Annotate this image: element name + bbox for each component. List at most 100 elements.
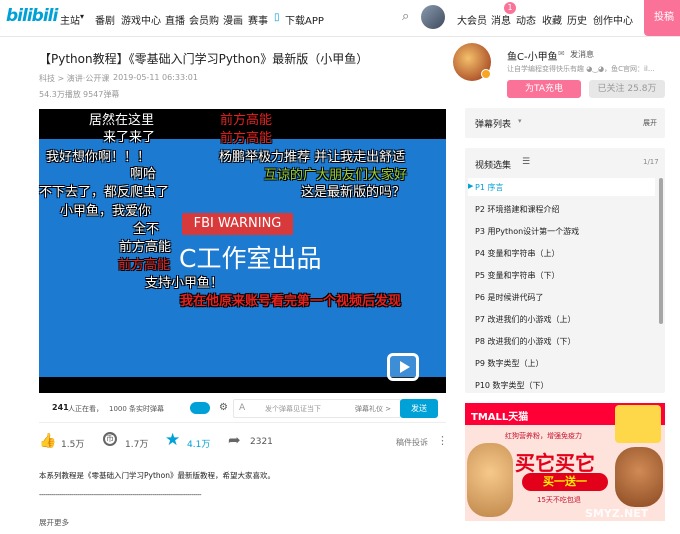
charge-button[interactable]: 为TA充电 (507, 80, 581, 98)
share-count: 2321 (250, 437, 273, 447)
episode-item[interactable]: P10 数字类型（下） (475, 380, 549, 391)
nav-live[interactable]: 直播 (165, 12, 185, 27)
danmaku-comment: 啊哈 (130, 167, 157, 182)
danmaku-settings-icon[interactable]: ⚙ (219, 402, 228, 413)
episode-item[interactable]: P3 用Python设计第一个游戏 (475, 226, 579, 237)
episode-item[interactable]: P2 环境搭建和课程介绍 (475, 204, 559, 215)
episode-item[interactable]: P6 是时候讲代码了 (475, 292, 543, 303)
danmaku-comment: 杨鹏举极力推荐 并让我走出舒适 (219, 150, 406, 165)
search-icon[interactable]: ⌕ (402, 9, 409, 24)
episode-item[interactable]: P8 改进我们的小游戏（下） (475, 336, 575, 347)
nav-vip[interactable]: 大会员 (457, 12, 487, 27)
cat-image (467, 443, 513, 517)
ad-headline: 买它买它 (515, 451, 595, 475)
user-avatar[interactable] (421, 5, 445, 29)
nav-member-shop[interactable]: 会员购 (189, 12, 219, 27)
fbi-warning-banner: FBI WARNING (182, 213, 293, 235)
danmaku-input[interactable]: A 发个弹幕见证当下 弹幕礼仪 > (233, 399, 401, 418)
episode-item[interactable]: P5 变量和字符串（下） (475, 270, 559, 281)
upload-button[interactable]: 投稿 (644, 0, 680, 36)
studio-text: C工作室出品 (179, 244, 322, 273)
chevron-down-icon: ▾ (518, 117, 522, 125)
font-style-icon[interactable]: A (239, 403, 245, 413)
episode-list-title: 视频选集 (475, 161, 512, 171)
like-count: 1.5万 (61, 440, 85, 450)
episode-item[interactable]: P4 变量和字符串（上） (475, 248, 559, 259)
danmaku-comment: 前方高能 (118, 258, 171, 273)
tmall-logo: TMALL天猫 (471, 412, 529, 423)
danmaku-comment: 不下去了，都反爬虫了 (39, 185, 170, 200)
episode-progress: 1/17 (643, 158, 659, 166)
ad-subpromo: 15天不吃包退 (537, 496, 581, 504)
nav-download-app[interactable]: 下载APP (285, 12, 324, 27)
coin-count: 1.7万 (125, 440, 149, 450)
danmaku-comment: 前方高能 (220, 131, 273, 146)
nav-anime[interactable]: 番剧 (95, 12, 115, 27)
danmaku-comment: 来了来了 (103, 130, 156, 145)
watermark: SMYZ.NET (585, 507, 649, 520)
danmaku-count: 9547弹幕 (83, 90, 120, 99)
danmaku-comment: 我在他原来账号看完第一个视频后发现 (180, 294, 402, 309)
upload-label: 投稿 (654, 12, 674, 23)
ad-promo: 买一送一 (522, 473, 608, 491)
description-divider: ----------------------------------------… (39, 491, 202, 499)
send-danmaku-button[interactable]: 发送 (400, 399, 438, 418)
viewer-count: 241 (52, 403, 69, 412)
nav-favorites[interactable]: 收藏 (542, 12, 562, 27)
chevron-down-icon: ▾ (80, 12, 85, 21)
danmaku-etiquette-link[interactable]: 弹幕礼仪 > (355, 404, 391, 414)
episode-item[interactable]: P7 改进我们的小游戏（上） (475, 314, 575, 325)
product-package-image (615, 405, 661, 443)
danmaku-comment: 这是最新版的吗？ (301, 185, 406, 200)
danmaku-input-placeholder: 发个弹幕见证当下 (265, 405, 321, 413)
nav-history[interactable]: 历史 (567, 12, 587, 27)
nav-dynamics[interactable]: 动态 (516, 12, 536, 27)
episode-list: 视频选集 ☰ 1/17 ▶ P1 序言 P2 环境搭建和课程介绍 P3 用Pyt… (465, 148, 665, 393)
favorite-star-icon[interactable]: ★ (165, 430, 180, 450)
tmall-ad-banner[interactable]: TMALL天猫 红狗营养粉，增强免疫力 买它买它 买一送一 15天不吃包退 SM… (465, 403, 665, 521)
danmaku-toggle[interactable] (190, 402, 210, 414)
live-danmaku-count: 1000 条实时弹幕 (109, 405, 165, 413)
episode-item[interactable]: P9 数字类型（上） (475, 358, 543, 369)
like-icon[interactable]: 👍 (39, 433, 56, 449)
phone-icon: ▯ (274, 12, 280, 23)
nav-creator-center[interactable]: 创作中心 (593, 12, 633, 27)
video-description: 本系列教程是《零基础入门学习Python》最新版教程，希望大家喜欢。 (39, 471, 275, 480)
dog-image (615, 447, 663, 507)
danmaku-comment: 全不 (133, 222, 160, 237)
video-title: 【Python教程】《零基础入门学习Python》最新版（小甲鱼） (39, 52, 369, 66)
nav-main[interactable]: 主站 (60, 12, 80, 27)
video-category[interactable]: 科技 > 演讲·公开课 (39, 73, 109, 84)
share-icon[interactable]: ➦ (228, 431, 241, 449)
danmaku-list-panel[interactable]: 弹幕列表 ▾ 展开 (465, 108, 665, 138)
play-count: 54.3万播放 (39, 90, 81, 99)
uploader-name[interactable]: 鱼C-小甲鱼 (507, 48, 558, 63)
danmaku-expand-button[interactable]: 展开 (643, 118, 657, 128)
coin-icon[interactable]: 币 (103, 432, 117, 446)
playing-indicator-icon: ▶ (468, 182, 474, 190)
danmaku-send-bar: 241 人正在看， 1000 条实时弹幕 ⚙ A 发个弹幕见证当下 弹幕礼仪 >… (39, 394, 446, 423)
bilibili-tv-icon (387, 353, 419, 381)
nav-game-center[interactable]: 游戏中心 (121, 12, 161, 27)
episode-list-scrollbar[interactable] (659, 178, 663, 324)
verified-icon (481, 69, 491, 79)
nav-esports[interactable]: 赛事 (248, 12, 268, 27)
favorite-count: 4.1万 (187, 440, 211, 450)
danmaku-comment: 小甲鱼，我爱你 (60, 204, 152, 219)
mail-icon: ✉ (558, 49, 565, 58)
danmaku-list-title: 弹幕列表 (475, 120, 512, 130)
report-link[interactable]: 稿件投诉 (396, 437, 428, 448)
viewer-label: 人正在看， (68, 405, 103, 413)
more-icon[interactable]: ⋮ (437, 434, 448, 447)
uploader-bio: 让自学编程变得快乐有趣 ◕‿◕，鱼C官网：il... (507, 65, 655, 73)
episode-item[interactable]: P1 序言 (475, 182, 503, 193)
nav-messages[interactable]: 消息 (491, 12, 511, 27)
expand-description-link[interactable]: 展开更多 (39, 517, 69, 528)
list-view-icon[interactable]: ☰ (522, 157, 530, 167)
video-player[interactable]: FBI WARNING C工作室出品 居然在这里 来了来了 我好想你啊！！！ 啊… (39, 109, 446, 393)
follow-button[interactable]: 已关注 25.8万 (589, 80, 665, 98)
nav-manga[interactable]: 漫画 (223, 12, 243, 27)
send-message-link[interactable]: 发消息 (570, 49, 594, 60)
publish-date: 2019-05-11 06:33:01 (113, 73, 198, 82)
bilibili-logo[interactable]: bilibili (6, 6, 58, 26)
